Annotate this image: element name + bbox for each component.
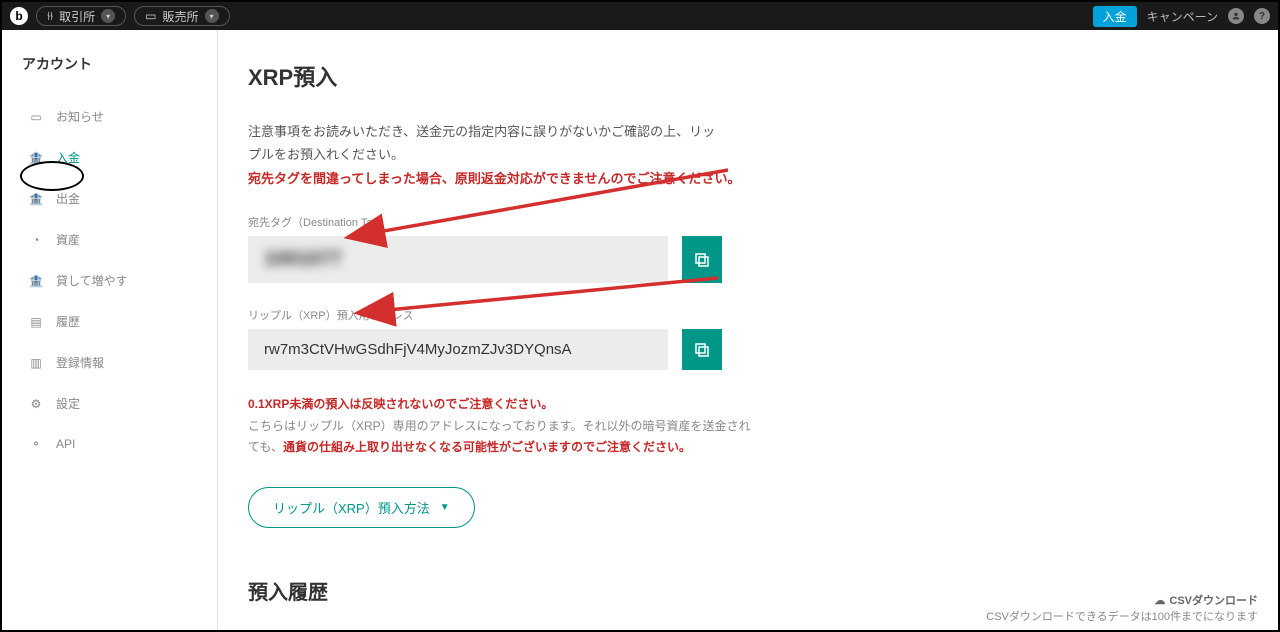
tag-label: 宛先タグ（Destination Tag） (248, 214, 1248, 230)
exchange-label: 取引所 (59, 8, 95, 25)
main-content: XRP預入 注意事項をお読みいただき、送金元の指定内容に誤りがないかご確認の上、… (218, 30, 1278, 632)
sidebar-item-label: 履歴 (56, 313, 80, 330)
chevron-down-icon: ▼ (440, 502, 450, 513)
reg-icon: ▥ (28, 355, 44, 371)
warning-text: 宛先タグを間違ってしまった場合、原則返金対応ができませんのでご注意ください。 (248, 167, 758, 190)
chevron-down-icon: ▾ (101, 9, 115, 23)
csv-note: CSVダウンロードできるデータは100件までになります (986, 608, 1258, 624)
sidebar-item-lending[interactable]: 🏦 貸して増やす (22, 260, 197, 301)
bank-icon: 🏦 (28, 150, 44, 166)
bank-out-icon: 🏦 (28, 191, 44, 207)
exchange-dropdown[interactable]: ⫮⫮ 取引所 ▾ (36, 6, 126, 26)
sidebar-title: アカウント (22, 54, 197, 74)
sidebar-item-notice[interactable]: ▭ お知らせ (22, 96, 197, 137)
help-icon[interactable]: ? (1254, 8, 1270, 24)
campaign-link[interactable]: キャンペーン (1147, 8, 1218, 25)
logo[interactable]: b (10, 7, 28, 25)
sidebar-item-label: 登録情報 (56, 354, 104, 371)
topbar: b ⫮⫮ 取引所 ▾ ▭ 販売所 ▾ 入金 キャンペーン ? (2, 2, 1278, 30)
sidebar-item-registration[interactable]: ▥ 登録情報 (22, 342, 197, 383)
deposit-method-button[interactable]: リップル（XRP）預入方法 ▼ (248, 487, 475, 528)
doc-icon: ▤ (28, 314, 44, 330)
chevron-down-icon: ▾ (205, 9, 219, 23)
sidebar-item-label: 出金 (56, 190, 80, 207)
sidebar-item-settings[interactable]: ⚙ 設定 (22, 383, 197, 424)
sidebar-item-api[interactable]: ⚬ API (22, 424, 197, 464)
deposit-address-value: rw7m3CtVHwGSdhFjV4MyJozmZJv3DYQnsA (248, 329, 668, 370)
sidebar-item-label: 設定 (56, 395, 80, 412)
sidebar-item-label: 資産 (56, 231, 80, 248)
api-icon: ⚬ (28, 436, 44, 452)
csv-download-link[interactable]: ☁ CSVダウンロード (986, 592, 1258, 608)
sidebar-item-deposit[interactable]: 🏦 入金 (22, 137, 197, 178)
intro-text: 注意事項をお読みいただき、送金元の指定内容に誤りがないかご確認の上、リップルをお… (248, 120, 718, 167)
destination-tag-value: 1001077 (248, 236, 668, 283)
pie-icon: ◔ (28, 232, 44, 248)
copy-address-button[interactable] (682, 329, 722, 370)
sidebar-item-label: お知らせ (56, 108, 104, 125)
bars-icon: ⫮⫮ (47, 9, 53, 24)
min-amount-note: 0.1XRP未満の預入は反映されないのでご注意ください。 (248, 394, 1248, 416)
message-icon: ▭ (28, 109, 44, 125)
sidebar-item-withdraw[interactable]: 🏦 出金 (22, 178, 197, 219)
address-label: リップル（XRP）預入用アドレス (248, 307, 1248, 323)
copy-icon (693, 341, 711, 359)
gear-icon: ⚙ (28, 396, 44, 412)
deposit-button[interactable]: 入金 (1093, 6, 1137, 27)
page-title: XRP預入 (248, 60, 1248, 92)
copy-tag-button[interactable] (682, 236, 722, 283)
store-label: 販売所 (163, 8, 199, 25)
bank-plus-icon: 🏦 (28, 273, 44, 289)
copy-icon (693, 251, 711, 269)
store-dropdown[interactable]: ▭ 販売所 ▾ (134, 6, 229, 26)
sidebar-item-assets[interactable]: ◔ 資産 (22, 219, 197, 260)
sidebar-item-label: 入金 (56, 149, 80, 166)
sidebar-item-label: 貸して増やす (56, 272, 128, 289)
address-warning-note: こちらはリップル（XRP）専用のアドレスになっております。それ以外の暗号資産を送… (248, 416, 758, 459)
sidebar: アカウント ▭ お知らせ 🏦 入金 🏦 出金 ◔ 資産 🏦 貸して増やす (2, 30, 218, 632)
method-button-label: リップル（XRP）預入方法 (273, 498, 430, 517)
store-icon: ▭ (145, 9, 156, 23)
sidebar-item-label: API (56, 437, 75, 451)
cloud-download-icon: ☁ (1154, 594, 1165, 607)
sidebar-item-history[interactable]: ▤ 履歴 (22, 301, 197, 342)
user-icon[interactable] (1228, 8, 1244, 24)
